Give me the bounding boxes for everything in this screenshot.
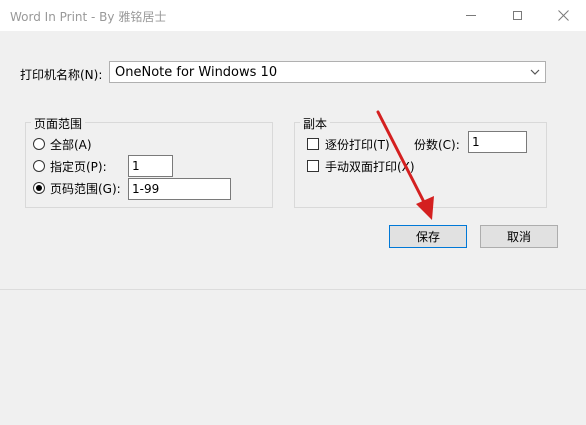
collate-checkbox[interactable] xyxy=(307,138,319,150)
close-button[interactable] xyxy=(540,0,586,31)
specific-pages-value: 1 xyxy=(132,159,140,173)
chevron-down-icon xyxy=(530,69,540,75)
maximize-button[interactable] xyxy=(494,0,540,31)
close-icon xyxy=(557,10,569,21)
page-range-value: 1-99 xyxy=(132,182,160,196)
radio-page-range[interactable] xyxy=(33,182,45,194)
minimize-button[interactable] xyxy=(448,0,494,31)
radio-specific-pages-label: 指定页(P): xyxy=(50,160,107,174)
printer-select[interactable]: OneNote for Windows 10 xyxy=(109,61,546,83)
radio-all-label: 全部(A) xyxy=(50,138,92,152)
red-arrow-annotation xyxy=(376,110,434,220)
page-range-input[interactable]: 1-99 xyxy=(128,178,231,200)
printer-name-label: 打印机名称(N): xyxy=(20,68,103,82)
radio-all[interactable] xyxy=(33,138,45,150)
page-range-group-title: 页面范围 xyxy=(31,115,86,132)
copies-count-value: 1 xyxy=(472,135,480,149)
radio-page-range-label: 页码范围(G): xyxy=(50,182,121,196)
maximize-icon xyxy=(512,11,522,20)
specific-pages-input[interactable]: 1 xyxy=(128,155,173,177)
copies-count-input[interactable]: 1 xyxy=(468,131,527,153)
cancel-button[interactable]: 取消 xyxy=(480,225,558,248)
printer-select-value: OneNote for Windows 10 xyxy=(115,65,278,80)
duplex-checkbox[interactable] xyxy=(307,160,319,172)
save-button-label: 保存 xyxy=(415,230,440,244)
radio-selected-dot xyxy=(36,185,42,191)
minimize-icon xyxy=(466,15,476,16)
window-title: Word In Print - By 雅铭居士 xyxy=(10,10,167,24)
printer-select-dropdown[interactable] xyxy=(525,62,545,82)
title-bar: Word In Print - By 雅铭居士 xyxy=(0,0,586,31)
save-button[interactable]: 保存 xyxy=(389,225,467,248)
radio-specific-pages[interactable] xyxy=(33,160,45,172)
cancel-button-label: 取消 xyxy=(506,230,531,244)
footer-divider xyxy=(0,289,586,290)
copies-group-title: 副本 xyxy=(300,115,331,132)
